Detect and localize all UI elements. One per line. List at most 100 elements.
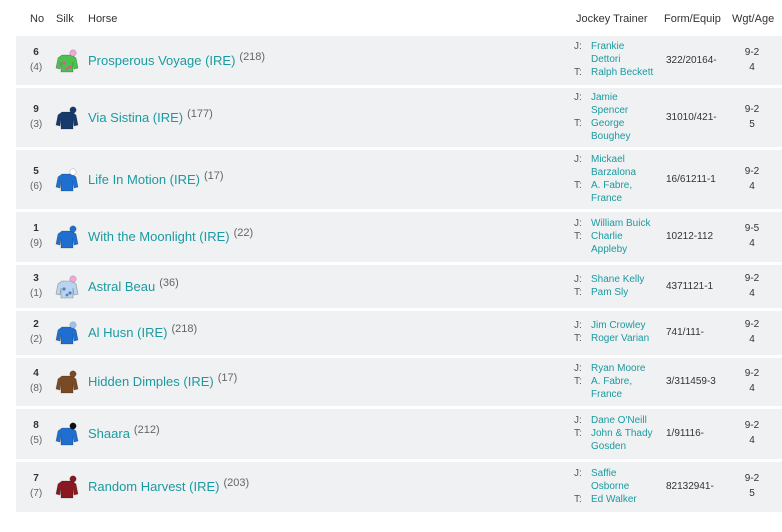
horse-name-link[interactable]: Via Sistina (IRE) (177) — [88, 108, 213, 125]
jockey-line[interactable]: J: Frankie Dettori — [574, 40, 674, 66]
jockey-name[interactable]: Dettori — [591, 53, 674, 66]
runner-row[interactable]: 3 (1) Astral Beau (36) J: Shane Kelly T: Pam Sl… — [16, 265, 782, 308]
age: 4 — [749, 383, 755, 394]
horse-name[interactable]: Prosperous Voyage (IRE) — [88, 53, 235, 68]
trainer-name[interactable]: Appleby — [591, 243, 674, 256]
runner-row[interactable]: 7 (7) Random Harvest (IRE) (203) J: Saffie Osb… — [16, 462, 782, 512]
trainer-name[interactable]: Pam Sly — [591, 286, 674, 299]
weight: 9-2 — [744, 368, 760, 379]
runner-draw: (1) — [30, 287, 43, 299]
trainer-name[interactable]: France — [591, 388, 674, 401]
jockey-name[interactable]: Frankie — [591, 40, 674, 53]
jockey-name[interactable]: Osborne — [591, 480, 674, 493]
horse-name-link[interactable]: Life In Motion (IRE) (17) — [88, 170, 224, 187]
form-equip: 741/111- — [666, 327, 704, 338]
trainer-label: T: — [574, 286, 582, 298]
trainer-line[interactable]: T: Charlie Appleby — [574, 230, 674, 256]
jockey-name[interactable]: Jamie — [591, 91, 674, 104]
trainer-line[interactable]: T: A. Fabre, France — [574, 375, 674, 401]
jockey-line[interactable]: J: Jim Crowley — [574, 319, 674, 332]
jockey-label: J: — [574, 273, 582, 285]
trainer-name[interactable]: John & Thady — [591, 427, 674, 440]
trainer-name[interactable]: Roger Varian — [591, 332, 674, 345]
trainer-line[interactable]: T: A. Fabre, France — [574, 179, 674, 205]
trainer-name[interactable]: Charlie — [591, 230, 674, 243]
runner-number: 1 — [33, 223, 39, 234]
silk-icon — [54, 370, 80, 394]
horse-name-link[interactable]: Random Harvest (IRE) (203) — [88, 477, 249, 494]
horse-rating: (212) — [133, 424, 160, 436]
runner-row[interactable]: 1 (9) With the Moonlight (IRE) (22) J: Willia… — [16, 212, 782, 262]
runner-draw: (9) — [30, 238, 43, 249]
horse-name-link[interactable]: Shaara (212) — [88, 424, 160, 441]
trainer-name[interactable]: George — [591, 117, 674, 130]
jockey-name[interactable]: Dane O'Neill — [591, 414, 674, 427]
trainer-name[interactable]: France — [591, 192, 674, 205]
horse-name-link[interactable]: Prosperous Voyage (IRE) (218) — [88, 51, 265, 68]
silk-icon — [54, 321, 80, 345]
header-jockey-trainer: Jockey Trainer — [576, 13, 648, 25]
horse-name-link[interactable]: Hidden Dimples (IRE) (17) — [88, 372, 237, 389]
jockey-name[interactable]: Barzalona — [591, 166, 674, 179]
jockey-name[interactable]: Saffie — [591, 467, 674, 480]
jockey-line[interactable]: J: William Buick — [574, 217, 674, 230]
trainer-label: T: — [574, 375, 582, 387]
horse-name[interactable]: Al Husn (IRE) — [88, 325, 167, 340]
runner-row[interactable]: 4 (8) Hidden Dimples (IRE) (17) J: Ryan Moore… — [16, 358, 782, 406]
horse-name[interactable]: Shaara — [88, 426, 130, 441]
age: 4 — [749, 180, 755, 192]
jockey-line[interactable]: J: Shane Kelly — [574, 273, 674, 286]
header-silk: Silk — [56, 13, 74, 25]
jockey-name[interactable]: Ryan Moore — [591, 362, 674, 375]
jockey-line[interactable]: J: Dane O'Neill — [574, 414, 674, 427]
trainer-name[interactable]: A. Fabre, — [591, 375, 674, 388]
trainer-label: T: — [574, 179, 582, 191]
jockey-name[interactable]: Mickael — [591, 153, 674, 166]
horse-name[interactable]: Hidden Dimples (IRE) — [88, 374, 214, 389]
runner-row[interactable]: 2 (2) Al Husn (IRE) (218) J: Jim Crowley T: Rog… — [16, 311, 782, 355]
trainer-line[interactable]: T: Roger Varian — [574, 332, 674, 345]
jockey-line[interactable]: J: Mickael Barzalona — [574, 153, 674, 179]
jockey-name[interactable]: William Buick — [591, 217, 674, 230]
trainer-line[interactable]: T: John & Thady Gosden — [574, 427, 674, 453]
horse-name[interactable]: Astral Beau — [88, 279, 155, 294]
horse-name[interactable]: With the Moonlight (IRE) — [88, 229, 230, 244]
runner-row[interactable]: 6 (4) Prosperous Voyage (IRE) (218) J: Franki… — [16, 36, 782, 85]
jockey-line[interactable]: J: Saffie Osborne — [574, 467, 674, 493]
header-wgt-age: Wgt/Age — [732, 13, 775, 25]
runner-number: 3 — [33, 272, 39, 284]
jockey-name[interactable]: Shane Kelly — [591, 273, 674, 286]
runner-number: 6 — [33, 46, 39, 58]
jockey-line[interactable]: J: Ryan Moore — [574, 362, 674, 375]
trainer-name[interactable]: A. Fabre, — [591, 179, 674, 192]
silk-icon — [54, 106, 80, 130]
form-equip: 3/311459-3 — [666, 376, 716, 387]
trainer-line[interactable]: T: George Boughey — [574, 117, 674, 143]
jockey-name[interactable]: Spencer — [591, 104, 674, 117]
trainer-name[interactable]: Gosden — [591, 440, 674, 453]
horse-name-link[interactable]: With the Moonlight (IRE) (22) — [88, 227, 253, 244]
horse-name-link[interactable]: Al Husn (IRE) (218) — [88, 323, 197, 340]
trainer-line[interactable]: T: Ed Walker — [574, 493, 674, 506]
jockey-trainer: J: William Buick T: Charlie Appleby — [574, 217, 674, 256]
trainer-line[interactable]: T: Pam Sly — [574, 286, 674, 299]
form-equip: 31010/421- — [666, 111, 717, 123]
horse-name[interactable]: Via Sistina (IRE) — [88, 110, 183, 125]
silk-icon — [54, 422, 80, 446]
jockey-name[interactable]: Jim Crowley — [591, 319, 674, 332]
horse-name[interactable]: Random Harvest (IRE) — [88, 479, 219, 494]
trainer-name[interactable]: Boughey — [591, 130, 674, 143]
jockey-label: J: — [574, 153, 582, 165]
horse-name[interactable]: Life In Motion (IRE) — [88, 172, 200, 187]
jockey-line[interactable]: J: Jamie Spencer — [574, 91, 674, 117]
runner-row[interactable]: 5 (6) Life In Motion (IRE) (17) J: Mickael Bar… — [16, 150, 782, 209]
jockey-label: J: — [574, 41, 582, 52]
runner-row[interactable]: 9 (3) Via Sistina (IRE) (177) J: Jamie Spencer… — [16, 88, 782, 147]
trainer-name[interactable]: Ralph Beckett — [591, 66, 674, 79]
trainer-name[interactable]: Ed Walker — [591, 493, 674, 506]
form-equip: 1/91116- — [666, 428, 704, 439]
horse-name-link[interactable]: Astral Beau (36) — [88, 277, 179, 294]
runner-row[interactable]: 8 (5) Shaara (212) J: Dane O'Neill T: John & Th… — [16, 409, 782, 459]
silk-icon — [54, 275, 80, 299]
trainer-line[interactable]: T: Ralph Beckett — [574, 66, 674, 79]
